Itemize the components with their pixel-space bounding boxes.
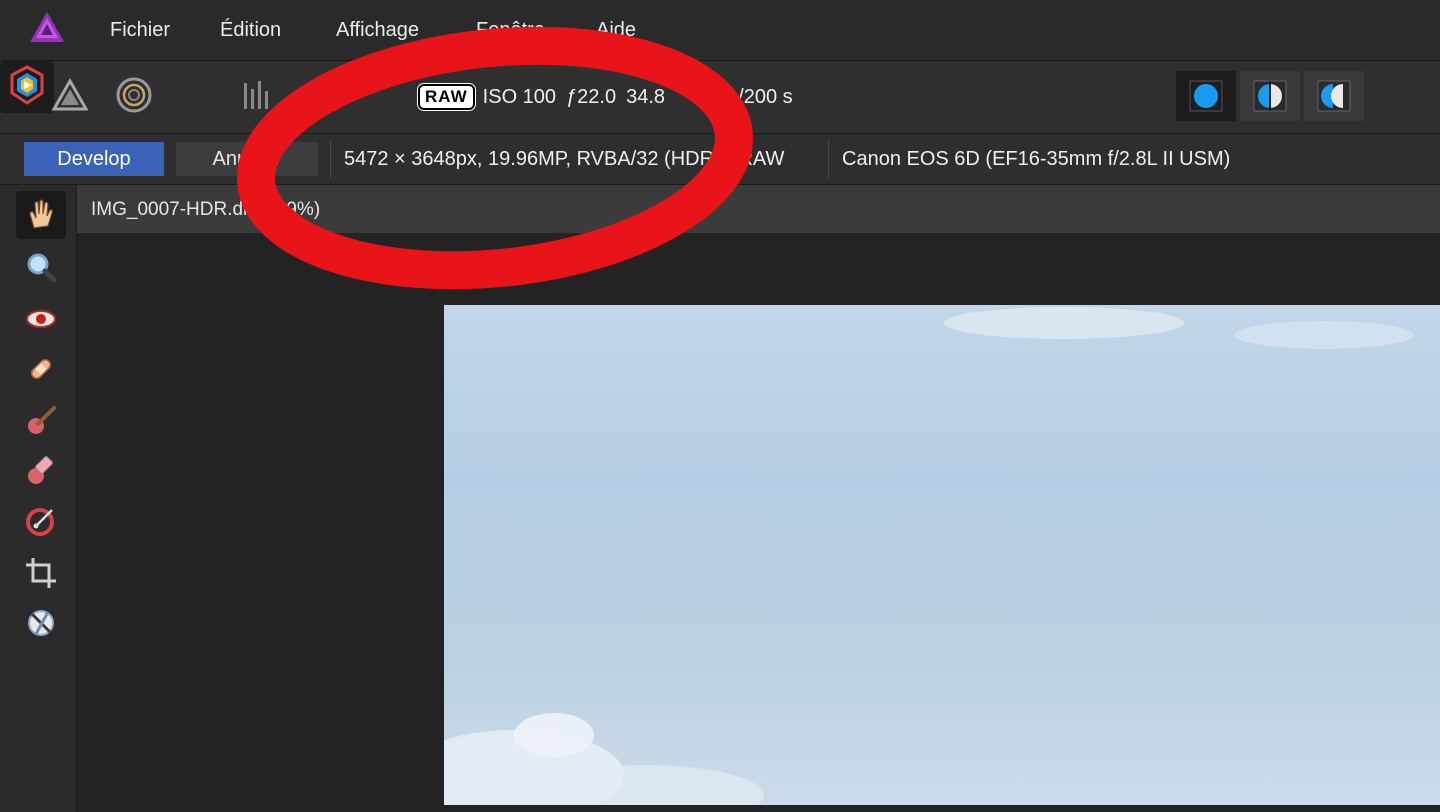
develop-button[interactable]: Develop [24,142,164,176]
zoom-icon [27,253,57,283]
shutter-value: 1/200 s [727,85,793,108]
camera-info: Canon EOS 6D (EF16-35mm f/2.8L II USM) [842,148,1231,170]
photo-persona-icon[interactable] [48,73,92,117]
menu-fenetre[interactable]: Fenêtre [476,19,545,42]
blemish-tool[interactable] [16,345,66,393]
image-info: 5472 × 3648px, 19.96MP, RVBA/32 (HDR) - … [344,148,785,170]
menu-aide[interactable]: Aide [596,19,636,42]
blemish-icon [31,359,51,379]
cancel-button[interactable]: Annuler [176,142,318,176]
overlay-paint-icon [28,406,56,434]
menu-fichier[interactable]: Fichier [110,19,170,42]
mirror-view-button[interactable] [1304,71,1364,121]
iso-value: ISO 100 [482,85,557,108]
hand-icon [29,199,53,229]
photo-image [444,305,1440,805]
document-tab-title[interactable]: IMG_0007-HDR.dng (19%) [91,199,320,221]
crop-icon [26,558,56,588]
menu-edition[interactable]: Édition [220,19,281,42]
raw-badge: RAW [418,84,475,110]
red-eye-icon [26,310,56,328]
overlay-paint-tool[interactable] [16,397,66,445]
canvas[interactable] [77,233,1440,812]
menu-bar: Fichier Édition Affichage Fenêtre Aide [0,0,1440,61]
develop-persona-icon[interactable] [0,61,54,113]
toolbar: RAW ISO 100 ƒ22.0 34.8 1/200 s [0,61,1440,134]
menu-affichage[interactable]: Affichage [336,19,419,42]
white-balance-picker-icon [28,610,54,636]
sky-photo [444,307,1414,805]
white-balance-tool[interactable] [16,599,66,647]
aperture-value: ƒ22.0 [566,85,617,108]
separator [828,140,829,178]
affinity-photo-logo-icon[interactable] [28,10,66,44]
red-eye-tool[interactable] [16,295,66,343]
overlay-erase-icon [28,456,53,484]
tone-mapping-persona-icon[interactable] [240,73,284,117]
mirror-view-icon [1317,80,1351,112]
exif-bar: RAW ISO 100 ƒ22.0 34.8 1/200 s [418,83,803,111]
crop-tool[interactable] [16,549,66,597]
liquify-persona-icon[interactable] [112,73,156,117]
split-view-icon [1253,80,1287,112]
single-view-icon [1189,80,1223,112]
focal-value: 34.8 [626,85,666,108]
document-tab-bar: IMG_0007-HDR.dng (19%) [77,185,1440,233]
overlay-erase-tool[interactable] [16,447,66,495]
single-view-button[interactable] [1176,71,1236,121]
context-toolbar: Develop Annuler 5472 × 3648px, 19.96MP, … [0,134,1440,185]
tools-panel [0,185,77,812]
overlay-gradient-icon [26,508,54,536]
export-persona-icon[interactable] [306,73,350,117]
zoom-tool[interactable] [16,243,66,291]
separator [330,140,331,178]
split-view-button[interactable] [1240,71,1300,121]
hand-tool[interactable] [16,191,66,239]
overlay-gradient-tool[interactable] [16,497,66,545]
